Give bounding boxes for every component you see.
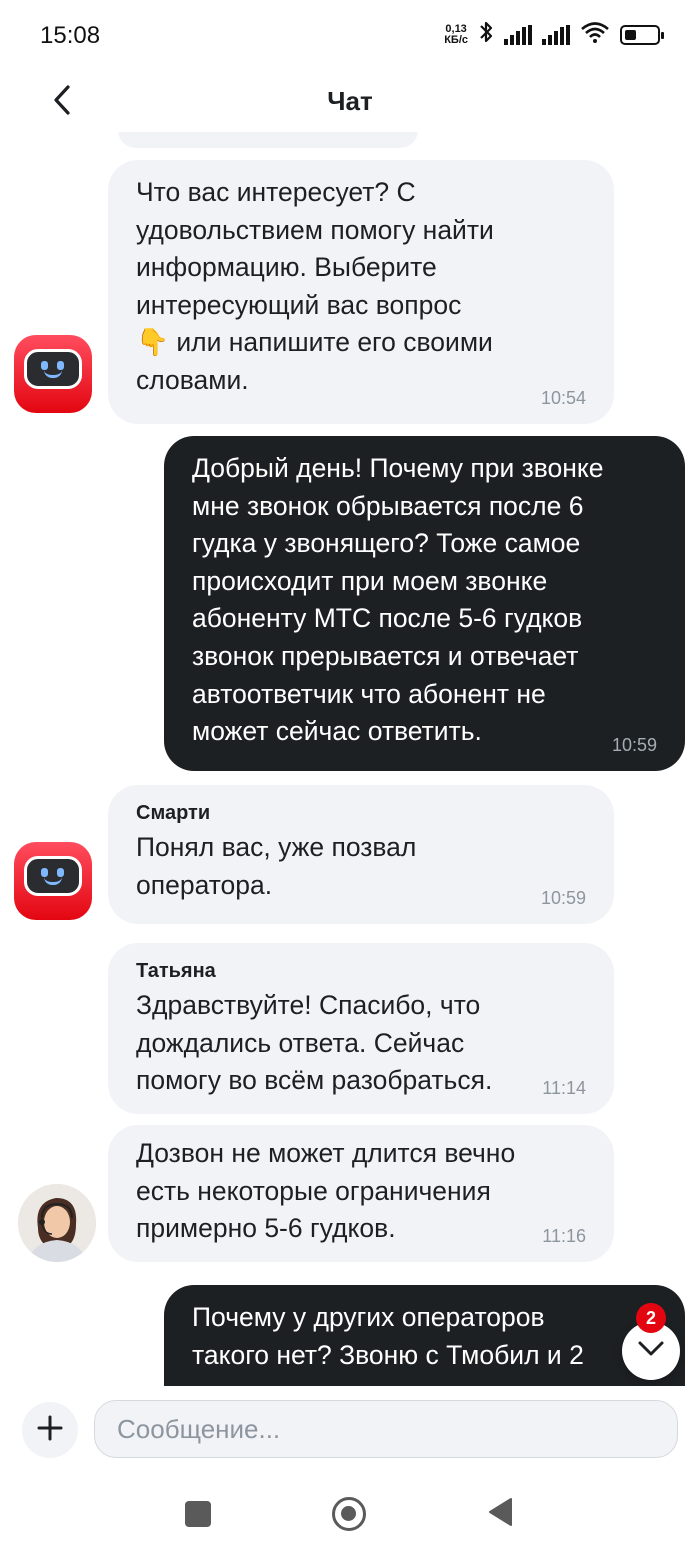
battery-level-fill bbox=[625, 29, 636, 40]
bot-avatar bbox=[14, 335, 92, 413]
message-author: Татьяна bbox=[136, 960, 216, 982]
status-bar: 15:08 0,13 КБ/с bbox=[0, 0, 700, 72]
message-text: Дозвон не может длится вечно есть некото… bbox=[136, 1138, 516, 1244]
message-time: 10:54 bbox=[540, 387, 586, 408]
composer-bar bbox=[0, 1386, 700, 1472]
robot-face-icon bbox=[24, 349, 82, 389]
incoming-message: Татьяна Здравствуйте! Спасибо, что дожда… bbox=[108, 943, 614, 1114]
message-text: Здравствуйте! Спасибо, что дождались отв… bbox=[136, 990, 493, 1096]
robot-face-icon bbox=[24, 856, 82, 896]
message-time: 11:14 bbox=[542, 1077, 586, 1098]
outgoing-message: Почему у других операторов такого нет? З… bbox=[164, 1285, 685, 1386]
chat-message-list[interactable]: Что вас интересует? С удовольствием помо… bbox=[0, 132, 700, 1386]
message-time: 11:16 bbox=[542, 1225, 586, 1246]
recents-button[interactable] bbox=[178, 1494, 218, 1534]
operator-avatar bbox=[18, 1184, 96, 1262]
network-speed: 0,13 КБ/с bbox=[444, 22, 468, 46]
chat-header: Чат bbox=[0, 72, 700, 132]
status-icons: 0,13 КБ/с bbox=[444, 20, 664, 49]
back-triangle-icon bbox=[487, 1497, 513, 1532]
message-text: Почему у других операторов такого нет? З… bbox=[192, 1302, 584, 1370]
bot-avatar bbox=[14, 842, 92, 920]
home-button[interactable] bbox=[329, 1494, 369, 1534]
incoming-message: Смарти Понял вас, уже позвал оператора. … bbox=[108, 785, 614, 925]
network-speed-value: 0,13 bbox=[445, 22, 467, 35]
message-text-part: или напишите его своими словами. bbox=[136, 327, 493, 395]
outgoing-message: Добрый день! Почему при звонке мне звоно… bbox=[164, 436, 685, 771]
signal-icon bbox=[504, 24, 532, 45]
incoming-message: Что вас интересует? С удовольствием помо… bbox=[108, 160, 614, 424]
signal-icon bbox=[542, 24, 570, 45]
previous-message-bubble bbox=[118, 132, 418, 148]
system-navigation-bar bbox=[0, 1472, 700, 1556]
message-text: Что вас интересует? С удовольствием помо… bbox=[136, 174, 586, 400]
bluetooth-icon bbox=[478, 20, 494, 49]
home-circle-icon bbox=[332, 1497, 366, 1531]
system-back-button[interactable] bbox=[480, 1494, 520, 1534]
network-speed-unit: КБ/с bbox=[444, 33, 468, 46]
attach-button[interactable] bbox=[22, 1402, 78, 1458]
status-time: 15:08 bbox=[40, 22, 101, 49]
page-title: Чат bbox=[327, 86, 373, 116]
plus-icon bbox=[37, 1415, 63, 1446]
message-text-part: Что вас интересует? С удовольствием помо… bbox=[136, 177, 494, 320]
message-input[interactable] bbox=[94, 1400, 678, 1458]
pointing-down-emoji-icon: 👇 bbox=[136, 327, 169, 358]
message-text: Понял вас, уже позвал оператора. bbox=[136, 832, 417, 900]
chevron-down-icon bbox=[637, 1340, 665, 1363]
message-text: Добрый день! Почему при звонке мне звоно… bbox=[192, 453, 604, 747]
wifi-icon bbox=[580, 21, 610, 48]
operator-photo-icon bbox=[18, 1184, 96, 1262]
unread-count-badge: 2 bbox=[636, 1303, 666, 1333]
message-author: Смарти bbox=[136, 802, 211, 824]
incoming-message: Дозвон не может длится вечно есть некото… bbox=[108, 1125, 614, 1262]
recents-square-icon bbox=[185, 1501, 211, 1527]
battery-icon bbox=[620, 24, 664, 45]
message-time: 10:59 bbox=[540, 888, 586, 909]
message-time: 10:59 bbox=[611, 734, 657, 755]
